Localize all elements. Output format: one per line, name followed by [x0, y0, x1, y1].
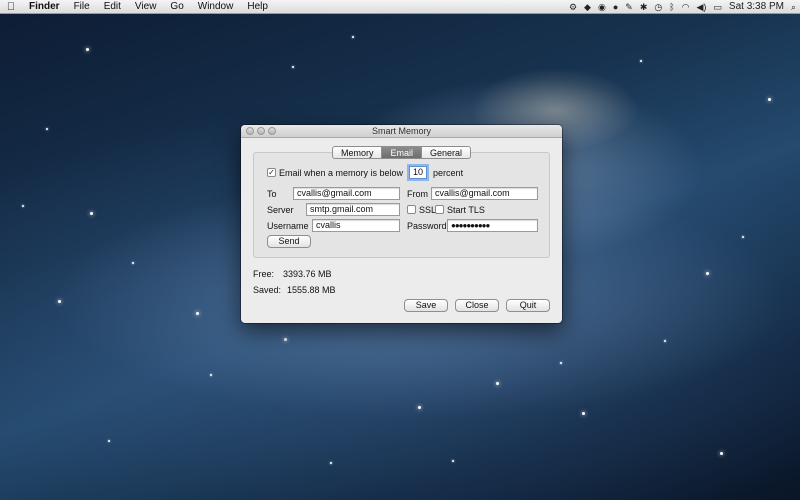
- dropbox-icon[interactable]: ◆: [584, 0, 591, 14]
- free-value: 3393.76 MB: [283, 269, 332, 279]
- starttls-label: Start TLS: [447, 205, 485, 215]
- chrome-icon[interactable]: ◉: [598, 0, 606, 14]
- clock[interactable]: Sat 3:38 PM: [729, 0, 784, 14]
- menu-window[interactable]: Window: [191, 0, 241, 14]
- email-enable-checkbox[interactable]: ✓: [267, 168, 276, 177]
- volume-icon[interactable]: ◀): [696, 0, 706, 14]
- saved-label: Saved:: [253, 285, 282, 295]
- menu-finder[interactable]: Finder: [22, 0, 67, 14]
- gear-icon[interactable]: ⚙: [569, 0, 577, 14]
- menu-bar:  Finder File Edit View Go Window Help ⚙…: [0, 0, 800, 14]
- settings-icon[interactable]: ✱: [640, 0, 648, 14]
- menu-go[interactable]: Go: [163, 0, 190, 14]
- email-enable-label: Email when a memory is below: [279, 167, 404, 178]
- saved-value: 1555.88 MB: [287, 285, 336, 295]
- server-label: Server: [267, 205, 294, 215]
- menu-file[interactable]: File: [67, 0, 97, 14]
- close-button[interactable]: Close: [455, 299, 499, 312]
- title-bar[interactable]: Smart Memory: [241, 125, 562, 138]
- password-input[interactable]: ●●●●●●●●●●: [447, 219, 538, 232]
- tool-icon[interactable]: ✎: [625, 0, 633, 14]
- bluetooth-icon[interactable]: ᛒ: [669, 0, 674, 14]
- username-input[interactable]: cvallis: [312, 219, 400, 232]
- username-label: Username: [267, 221, 309, 231]
- tab-bar: Memory Email General: [241, 146, 562, 159]
- ssl-checkbox[interactable]: [407, 205, 416, 214]
- tab-email[interactable]: Email: [382, 146, 422, 159]
- server-input[interactable]: smtp.gmail.com: [306, 203, 400, 216]
- zoom-window-icon[interactable]: [268, 127, 276, 135]
- menu-edit[interactable]: Edit: [97, 0, 128, 14]
- from-label: From: [407, 189, 428, 199]
- threshold-unit-label: percent: [433, 167, 464, 178]
- free-label: Free:: [253, 269, 275, 279]
- tab-memory[interactable]: Memory: [331, 146, 383, 159]
- time-machine-icon[interactable]: ◷: [654, 0, 662, 14]
- search-icon[interactable]: ⌕: [791, 0, 796, 14]
- email-panel: ✓ Email when a memory is below 10 percen…: [253, 152, 550, 258]
- window-title: Smart Memory: [371, 126, 431, 136]
- battery-icon[interactable]: ▭: [713, 0, 722, 14]
- to-label: To: [267, 189, 277, 199]
- minimize-window-icon[interactable]: [257, 127, 265, 135]
- quit-button[interactable]: Quit: [506, 299, 550, 312]
- menu-help[interactable]: Help: [240, 0, 275, 14]
- menu-view[interactable]: View: [128, 0, 164, 14]
- close-window-icon[interactable]: [246, 127, 254, 135]
- smart-memory-window: Smart Memory ✓ Email when a memory is be…: [241, 125, 562, 323]
- tab-general[interactable]: General: [422, 146, 472, 159]
- wifi-icon[interactable]: ◠: [682, 0, 690, 14]
- from-input[interactable]: cvallis@gmail.com: [431, 187, 538, 200]
- status-tray: ⚙ ◆ ◉ ● ✎ ✱ ◷ ᛒ ◠ ◀) ▭ Sat 3:38 PM ⌕: [569, 0, 796, 14]
- app-icon[interactable]: ●: [613, 0, 618, 14]
- save-button[interactable]: Save: [404, 299, 448, 312]
- email-enable-row: ✓ Email when a memory is below 10 percen…: [267, 166, 463, 179]
- to-input[interactable]: cvallis@gmail.com: [293, 187, 400, 200]
- window-controls: [246, 127, 276, 135]
- threshold-input[interactable]: 10: [409, 166, 428, 179]
- ssl-label: SSL: [419, 205, 437, 215]
- starttls-checkbox[interactable]: [435, 205, 444, 214]
- send-button[interactable]: Send: [267, 235, 311, 248]
- apple-icon[interactable]: : [0, 1, 22, 13]
- password-label: Password: [407, 221, 447, 231]
